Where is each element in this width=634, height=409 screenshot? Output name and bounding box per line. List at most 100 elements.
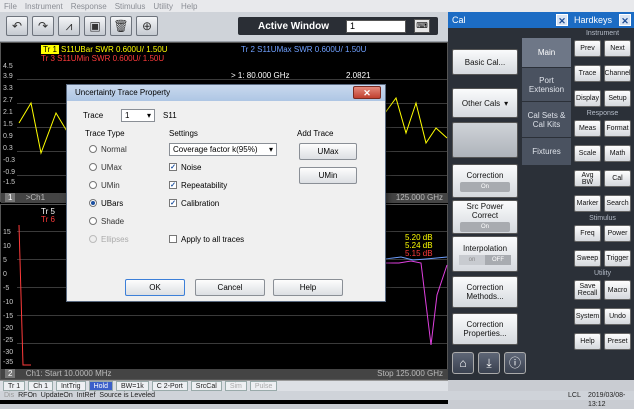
status-rfon: RFOn — [18, 392, 37, 399]
radio-umax-label: UMax — [101, 163, 122, 172]
tab-main[interactable]: Main — [522, 38, 571, 68]
coverage-factor-select[interactable]: Coverage factor k(95%) ▾ — [169, 143, 277, 156]
correction-state: On — [460, 181, 510, 192]
macro-key[interactable]: Macro — [604, 280, 631, 300]
display-key[interactable]: Display — [574, 90, 601, 107]
menu-file[interactable]: File — [4, 2, 17, 11]
sweep-key[interactable]: Sweep — [574, 250, 601, 267]
empty-button[interactable] — [452, 122, 518, 158]
src-power-state: On — [460, 222, 510, 232]
help-button[interactable]: Help — [273, 279, 343, 296]
prev-key[interactable]: Prev — [574, 40, 601, 57]
other-cals-button[interactable]: Other Cals ▾ — [452, 88, 518, 118]
lower-start: Ch1: Start 10.0000 MHz — [25, 369, 112, 378]
status-sim[interactable]: Sim — [224, 381, 247, 391]
ok-button[interactable]: OK — [125, 279, 185, 296]
section-response: Response — [586, 110, 619, 117]
menu-utility[interactable]: Utility — [153, 2, 173, 11]
scale-key[interactable]: Scale — [574, 145, 601, 162]
src-power-label: Src Power Correct — [466, 202, 504, 220]
repeatability-checkbox[interactable]: ✓ — [169, 181, 177, 189]
calibration-checkbox[interactable]: ✓ — [169, 199, 177, 207]
interpolation-toggle: on OFF — [459, 254, 511, 265]
avg-bw-key[interactable]: Avg BW — [574, 170, 601, 187]
status-trace[interactable]: Tr 1 — [3, 381, 26, 391]
active-window-field[interactable]: 1 — [346, 20, 406, 33]
cal-key[interactable]: Cal — [604, 170, 631, 187]
tab-port-extension[interactable]: Port Extension — [522, 68, 571, 102]
trace-select[interactable]: 1 ▾ — [121, 109, 155, 122]
trigger-key[interactable]: Trigger — [604, 250, 631, 267]
add-trace-heading: Add Trace — [297, 129, 334, 138]
format-key[interactable]: Format — [604, 120, 631, 137]
dialog-close-button[interactable]: ✕ — [353, 86, 381, 99]
menu-instrument[interactable]: Instrument — [25, 2, 63, 11]
radio-ubars[interactable] — [89, 199, 97, 207]
correction-methods-button[interactable]: Correction Methods... — [452, 276, 518, 308]
correction-button[interactable]: Correction On — [452, 164, 518, 198]
zoom-icon[interactable]: ⊕ — [136, 16, 158, 36]
cal-close-icon[interactable]: ✕ — [556, 14, 568, 26]
menu-help[interactable]: Help — [181, 2, 197, 11]
status-cal[interactable]: C 2-Port — [151, 381, 188, 391]
status-pulse[interactable]: Pulse — [249, 381, 278, 391]
cancel-button[interactable]: Cancel — [195, 279, 265, 296]
freq-key[interactable]: Freq — [574, 225, 601, 242]
system-key[interactable]: System — [574, 308, 601, 325]
autoscale-icon[interactable]: ⩘ — [58, 16, 80, 36]
home-icon[interactable]: ⌂ — [452, 352, 474, 374]
src-power-correct-button[interactable]: Src Power Correct On — [452, 200, 518, 234]
status-srccal[interactable]: SrcCal — [190, 381, 222, 391]
next-key[interactable]: Next — [604, 40, 631, 57]
noise-checkbox[interactable]: ✓ — [169, 163, 177, 171]
delete-icon[interactable]: 🗑 — [110, 16, 132, 36]
preset-key[interactable]: Preset — [604, 333, 631, 350]
radio-umax[interactable] — [89, 163, 97, 171]
umax-button[interactable]: UMax — [299, 143, 357, 160]
radio-shade[interactable] — [89, 217, 97, 225]
status-hold[interactable]: Hold — [88, 381, 113, 391]
channel-number: 1 — [5, 193, 16, 202]
keyboard-icon[interactable]: ⌨ — [414, 19, 430, 33]
basic-cal-button[interactable]: Basic Cal... — [452, 49, 518, 75]
tab-fixtures[interactable]: Fixtures — [522, 138, 571, 166]
apply-all-label: Apply to all traces — [181, 235, 245, 244]
redo-icon[interactable]: ↷ — [32, 16, 54, 36]
save-icon[interactable]: ▣ — [84, 16, 106, 36]
toolbar: ↶ ↷ ⩘ ▣ 🗑 ⊕ Active Window 1 ⌨ — [0, 12, 448, 42]
power-key[interactable]: Power — [604, 225, 631, 242]
correction-properties-button[interactable]: Correction Properties... — [452, 313, 518, 345]
search-key[interactable]: Search — [604, 195, 631, 212]
chevron-down-icon: ▾ — [268, 145, 273, 154]
help-key[interactable]: Help — [574, 333, 601, 350]
setup-key[interactable]: Setup — [604, 90, 631, 107]
status-trigger[interactable]: IntTrig — [55, 381, 86, 391]
undo-icon[interactable]: ↶ — [6, 16, 28, 36]
channel-key[interactable]: Channel — [604, 65, 631, 82]
interpolation-button[interactable]: Interpolation on OFF — [452, 236, 518, 272]
save-recall-key[interactable]: Save Recall — [574, 280, 601, 300]
tab-cal-sets[interactable]: Cal Sets & Cal Kits — [522, 102, 571, 138]
menu-stimulus[interactable]: Stimulus — [115, 2, 146, 11]
trace-key[interactable]: Trace — [574, 65, 601, 82]
repeatability-label: Repeatability — [181, 181, 228, 190]
download-icon[interactable]: ⤓ — [478, 352, 500, 374]
interpolation-on: on — [459, 254, 485, 265]
chevron-down-icon: ▾ — [504, 98, 509, 108]
umin-button[interactable]: UMin — [299, 167, 357, 184]
radio-umin[interactable] — [89, 181, 97, 189]
math-key[interactable]: Math — [604, 145, 631, 162]
hardkeys-close-icon[interactable]: ✕ — [619, 14, 631, 26]
radio-normal[interactable] — [89, 145, 97, 153]
marker-key[interactable]: Marker — [574, 195, 601, 212]
menu-response[interactable]: Response — [71, 2, 107, 11]
chevron-down-icon: ▾ — [146, 111, 151, 120]
status-channel[interactable]: Ch 1 — [28, 381, 53, 391]
meas-key[interactable]: Meas — [574, 120, 601, 137]
info-icon[interactable]: ⓘ — [504, 352, 526, 374]
apply-all-checkbox[interactable] — [169, 235, 177, 243]
undo-key[interactable]: Undo — [604, 308, 631, 325]
status-bw[interactable]: BW=1k — [115, 381, 149, 391]
trace-red — [18, 224, 31, 366]
lower-stop: Stop 125.000 GHz — [377, 369, 443, 378]
